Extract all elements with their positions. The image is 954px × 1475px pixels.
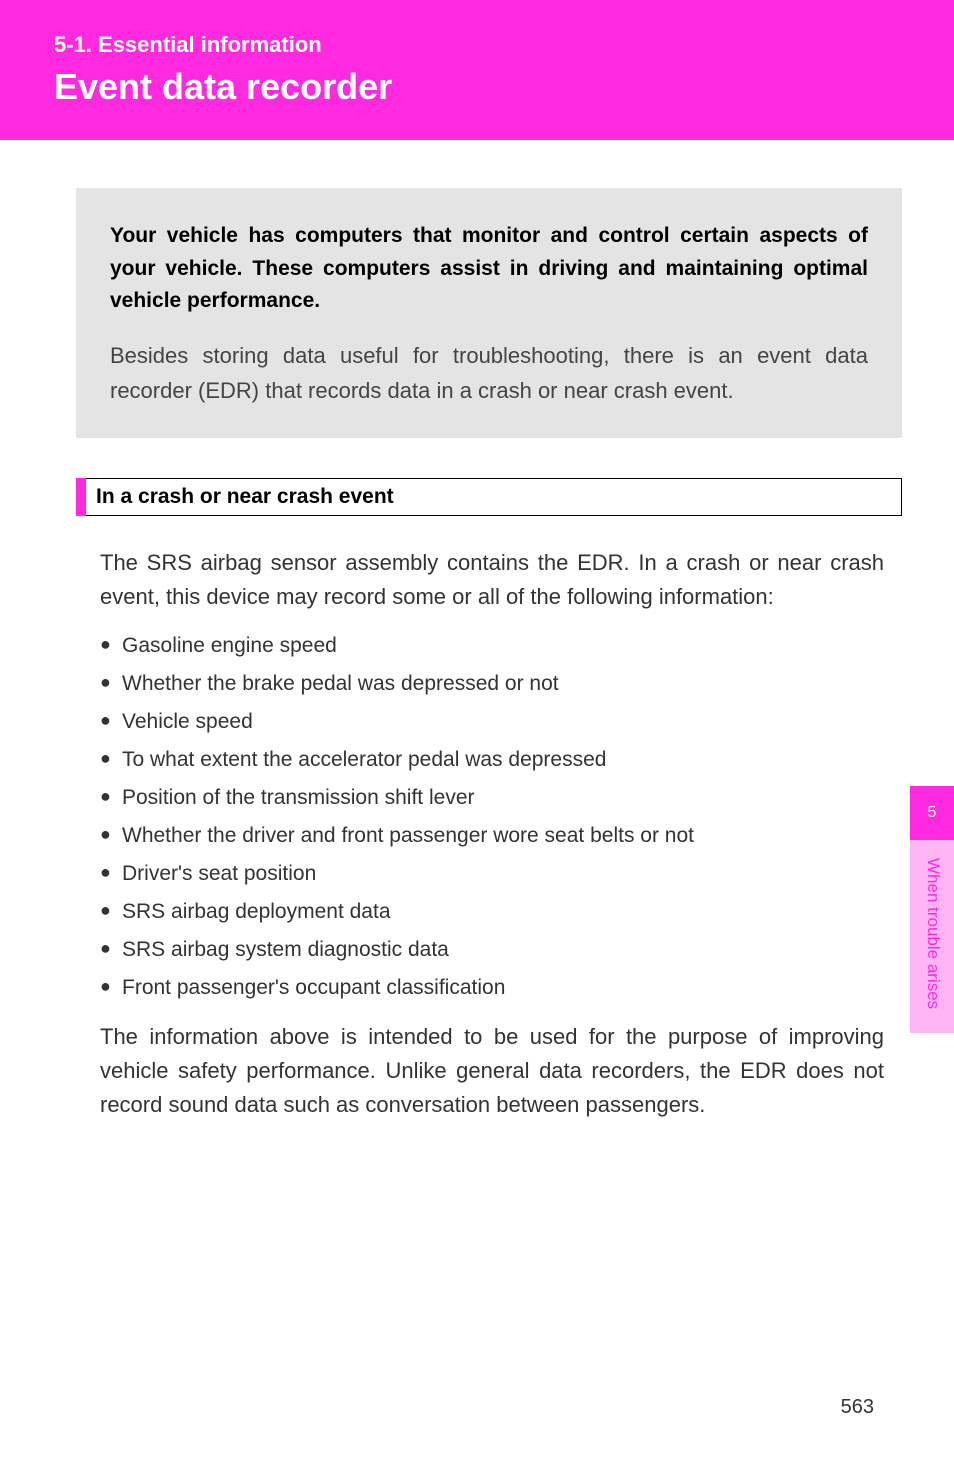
bullet-icon: ● — [100, 938, 122, 959]
bullet-text: Position of the transmission shift lever — [122, 786, 475, 810]
list-item: ●Vehicle speed — [100, 710, 884, 734]
bullet-text: Whether the driver and front passenger w… — [122, 824, 694, 848]
list-item: ●Driver's seat position — [100, 862, 884, 886]
list-item: ●Position of the transmission shift leve… — [100, 786, 884, 810]
chapter-number: 5 — [910, 786, 954, 840]
bullet-text: Front passenger's occupant classificatio… — [122, 976, 505, 1000]
subsection-bar — [76, 478, 86, 516]
subsection-title: In a crash or near crash event — [86, 478, 902, 516]
list-item: ●Whether the brake pedal was depressed o… — [100, 672, 884, 696]
bullet-text: SRS airbag deployment data — [122, 900, 391, 924]
chapter-label: When trouble arises — [910, 840, 954, 1033]
list-item: ●SRS airbag system diagnostic data — [100, 938, 884, 962]
list-item: ●Whether the driver and front passenger … — [100, 824, 884, 848]
bullet-icon: ● — [100, 786, 122, 807]
bullet-icon: ● — [100, 976, 122, 997]
header-band: 5-1. Essential information Event data re… — [0, 0, 954, 140]
bullet-text: Driver's seat position — [122, 862, 316, 886]
page-number: 563 — [841, 1396, 874, 1419]
bullet-text: To what extent the accelerator pedal was… — [122, 748, 606, 772]
bullet-text: Gasoline engine speed — [122, 634, 337, 658]
content-area: Your vehicle has computers that monitor … — [0, 188, 954, 1122]
bullet-text: SRS airbag system diagnostic data — [122, 938, 449, 962]
body-text: The SRS airbag sensor assembly contains … — [100, 546, 884, 1122]
list-item: ●Gasoline engine speed — [100, 634, 884, 658]
list-item: ●To what extent the accelerator pedal wa… — [100, 748, 884, 772]
list-item: ●SRS airbag deployment data — [100, 900, 884, 924]
bullet-icon: ● — [100, 672, 122, 693]
list-item: ●Front passenger's occupant classificati… — [100, 976, 884, 1000]
bullet-text: Vehicle speed — [122, 710, 253, 734]
bullet-list: ●Gasoline engine speed ●Whether the brak… — [100, 634, 884, 1000]
page-title: Event data recorder — [54, 66, 954, 108]
bullet-icon: ● — [100, 748, 122, 769]
intro-box: Your vehicle has computers that monitor … — [76, 188, 902, 438]
section-label: 5-1. Essential information — [54, 32, 954, 58]
side-tab: 5 When trouble arises — [910, 786, 954, 1033]
bullet-icon: ● — [100, 710, 122, 731]
subsection-header: In a crash or near crash event — [76, 478, 902, 516]
intro-normal: Besides storing data useful for troubles… — [110, 338, 868, 408]
bullet-icon: ● — [100, 824, 122, 845]
intro-bold: Your vehicle has computers that monitor … — [110, 220, 868, 318]
bullet-text: Whether the brake pedal was depressed or… — [122, 672, 559, 696]
paragraph-1: The SRS airbag sensor assembly contains … — [100, 546, 884, 614]
bullet-icon: ● — [100, 900, 122, 921]
paragraph-2: The information above is intended to be … — [100, 1020, 884, 1122]
bullet-icon: ● — [100, 634, 122, 655]
bullet-icon: ● — [100, 862, 122, 883]
